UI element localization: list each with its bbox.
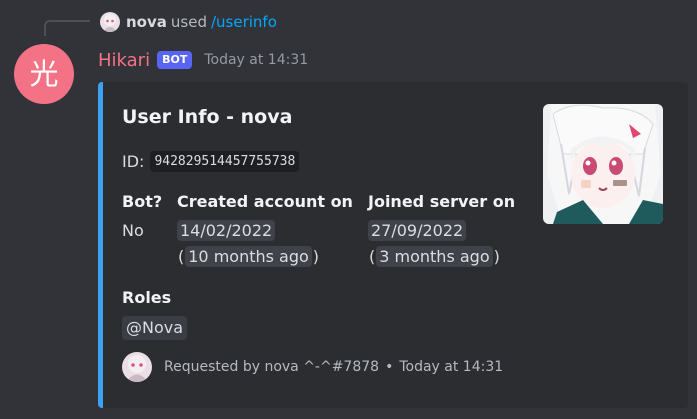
embed-card: User Info - nova ID: 942829514457755738 … bbox=[98, 82, 688, 408]
field-created-relative-line: (10 months ago) bbox=[177, 246, 353, 268]
bot-name[interactable]: Hikari bbox=[98, 50, 150, 71]
reply-connector bbox=[44, 20, 90, 36]
role-mention[interactable]: @Nova bbox=[122, 316, 188, 340]
reply-used-text: used bbox=[170, 13, 207, 31]
reply-username[interactable]: nova bbox=[126, 13, 167, 31]
message-header: Hikari BOT Today at 14:31 bbox=[98, 47, 308, 73]
reply-user-avatar[interactable] bbox=[100, 12, 120, 32]
field-created-relative[interactable]: 10 months ago bbox=[185, 246, 312, 267]
field-created-date[interactable]: 14/02/2022 bbox=[177, 220, 276, 241]
field-joined-date[interactable]: 27/09/2022 bbox=[368, 220, 467, 241]
embed-footer: Requested by nova ^-^#7878 • Today at 14… bbox=[122, 352, 503, 382]
embed-title: User Info - nova bbox=[122, 106, 293, 128]
field-joined: Joined server on 27/09/2022 (3 months ag… bbox=[368, 192, 515, 268]
field-created: Created account on 14/02/2022 (10 months… bbox=[177, 192, 353, 268]
field-bot: Bot? No bbox=[122, 192, 162, 242]
field-created-paren-close: ) bbox=[312, 247, 320, 266]
roles-heading: Roles bbox=[122, 288, 172, 307]
field-joined-paren-close: ) bbox=[493, 247, 500, 266]
bot-tag: BOT bbox=[157, 50, 193, 70]
id-label: ID: bbox=[122, 152, 145, 171]
field-joined-paren-open: ( bbox=[369, 247, 376, 266]
field-joined-relative-line: (3 months ago) bbox=[368, 246, 515, 268]
embed-thumbnail[interactable] bbox=[543, 104, 663, 224]
field-created-paren-open: ( bbox=[178, 247, 185, 266]
reply-command[interactable]: /userinfo bbox=[211, 13, 277, 31]
message-timestamp[interactable]: Today at 14:31 bbox=[204, 52, 308, 68]
reply-reference[interactable]: nova used /userinfo bbox=[100, 11, 277, 33]
id-line: ID: 942829514457755738 bbox=[122, 151, 300, 172]
footer-separator: • bbox=[385, 359, 394, 375]
bot-avatar-glyph: 光 bbox=[29, 56, 59, 91]
footer-timestamp: Today at 14:31 bbox=[399, 359, 504, 375]
field-joined-relative[interactable]: 3 months ago bbox=[376, 246, 493, 267]
footer-requested-by: Requested by nova ^-^#7878 bbox=[164, 359, 380, 375]
id-value: 942829514457755738 bbox=[150, 151, 300, 172]
thumbnail-illustration bbox=[543, 104, 663, 224]
field-joined-name: Joined server on bbox=[368, 192, 516, 211]
field-bot-name: Bot? bbox=[122, 192, 163, 211]
bot-avatar[interactable]: 光 bbox=[14, 44, 74, 104]
footer-avatar bbox=[122, 352, 152, 382]
field-created-name: Created account on bbox=[177, 192, 353, 211]
field-bot-value: No bbox=[122, 221, 144, 240]
